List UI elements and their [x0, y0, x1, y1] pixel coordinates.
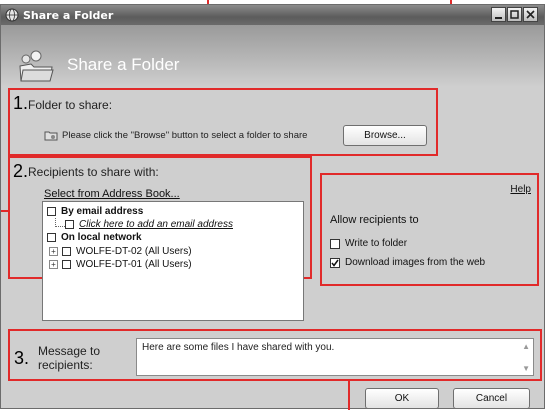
address-book-link[interactable]: Select from Address Book...: [44, 188, 180, 200]
expand-plus-icon[interactable]: +: [49, 247, 58, 256]
local-group-label: On local network: [61, 232, 142, 243]
window-title: Share a Folder: [23, 9, 114, 22]
tree-connector: [55, 218, 65, 227]
computer-checkbox[interactable]: [62, 260, 71, 269]
add-email-link[interactable]: Click here to add an email address: [79, 219, 233, 231]
download-images-checkbox[interactable]: [330, 258, 340, 268]
folder-to-share-label: Folder to share:: [28, 98, 113, 112]
scroll-up-arrow-icon[interactable]: ▲: [522, 342, 530, 351]
message-section: 3. Message to recipients: Here are some …: [8, 329, 542, 381]
write-to-folder-checkbox[interactable]: [330, 239, 340, 249]
browse-button[interactable]: Browse...: [343, 125, 427, 146]
close-button[interactable]: [523, 7, 538, 22]
callout-line-left: [1, 210, 9, 212]
header-title: Share a Folder: [67, 55, 180, 74]
recipients-label: Recipients to share with:: [28, 165, 159, 179]
allow-recipients-label: Allow recipients to: [330, 214, 419, 226]
recipients-tree[interactable]: By email address Click here to add an em…: [42, 201, 304, 321]
add-email-checkbox[interactable]: [65, 220, 74, 229]
title-bar[interactable]: Share a Folder: [1, 5, 544, 25]
message-label-line1: Message to: [38, 344, 101, 358]
checkmark-icon: [331, 259, 339, 267]
scroll-down-arrow-icon[interactable]: ▼: [522, 364, 530, 373]
folder-share-icon: [44, 129, 58, 144]
permissions-section: Help Allow recipients to Write to folder…: [320, 173, 539, 286]
step-number-2: 2.: [13, 161, 29, 181]
header-band: Share a Folder: [1, 25, 544, 87]
message-label-line2: recipients:: [38, 358, 93, 372]
share-folder-window: Share a Folder Share a Folder 1. Folder …: [0, 4, 545, 410]
computer-label: WOLFE-DT-01 (All Users): [76, 259, 192, 270]
browse-hint-text: Please click the "Browse" button to sele…: [62, 130, 308, 141]
message-input[interactable]: Here are some files I have shared with y…: [136, 338, 534, 376]
message-text: Here are some files I have shared with y…: [142, 342, 335, 353]
ok-button[interactable]: OK: [365, 388, 439, 409]
email-group-checkbox[interactable]: [47, 207, 56, 216]
maximize-button[interactable]: [507, 7, 522, 22]
computer-checkbox[interactable]: [62, 247, 71, 256]
local-group-checkbox[interactable]: [47, 233, 56, 242]
callout-line-bottom: [348, 380, 350, 410]
email-group-label: By email address: [61, 206, 144, 217]
download-images-label[interactable]: Download images from the web: [345, 257, 485, 268]
cancel-button[interactable]: Cancel: [453, 388, 530, 409]
folder-section: 1. Folder to share: Please click the "Br…: [8, 88, 438, 156]
shared-folder-icon: [17, 49, 55, 86]
write-to-folder-label[interactable]: Write to folder: [345, 238, 407, 249]
step-number-3: 3.: [14, 348, 30, 368]
expand-plus-icon[interactable]: +: [49, 260, 58, 269]
step-number-1: 1.: [13, 93, 29, 113]
globe-icon: [5, 8, 19, 22]
computer-label: WOLFE-DT-02 (All Users): [76, 246, 192, 257]
help-link[interactable]: Help: [510, 184, 531, 195]
minimize-button[interactable]: [491, 7, 506, 22]
